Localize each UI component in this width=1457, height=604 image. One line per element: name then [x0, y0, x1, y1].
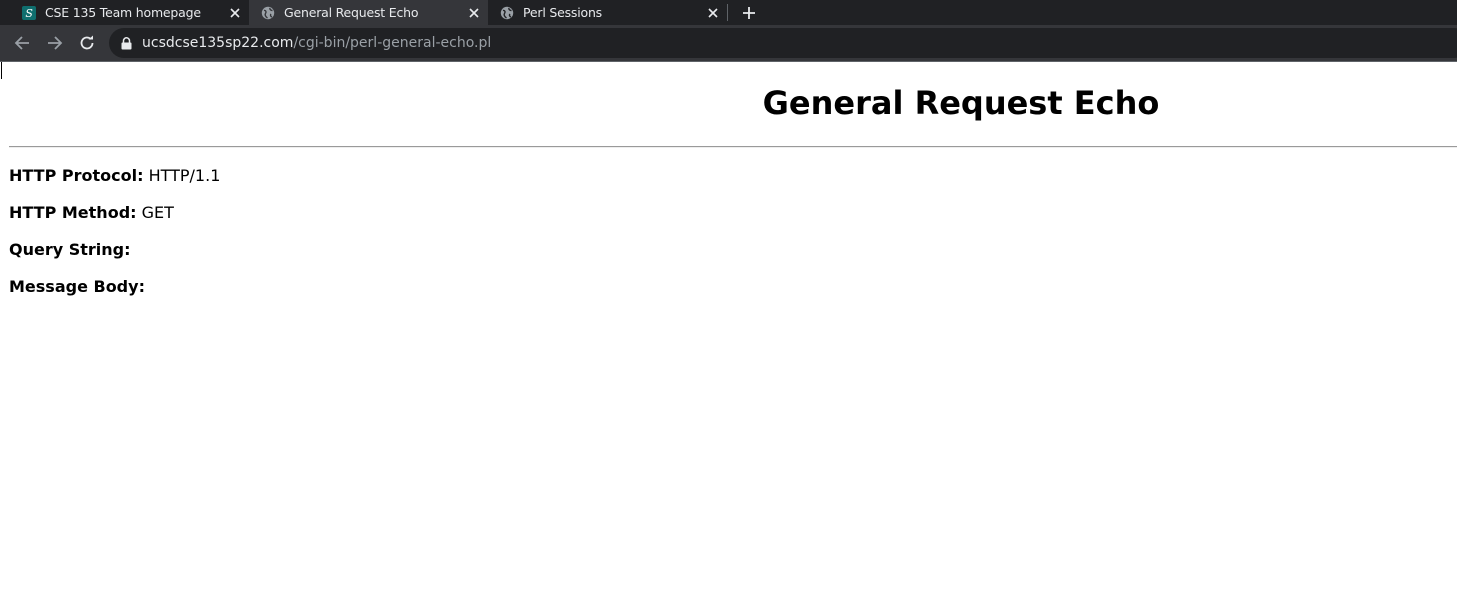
field-message-body: Message Body:	[9, 277, 145, 296]
page-content: General Request Echo HTTP Protocol: HTTP…	[0, 62, 1457, 604]
field-http-protocol: HTTP Protocol: HTTP/1.1	[9, 166, 220, 185]
new-tab-button[interactable]	[737, 0, 761, 25]
back-button[interactable]	[10, 31, 34, 55]
close-tab-icon[interactable]	[227, 5, 243, 21]
url-path: /cgi-bin/perl-general-echo.pl	[293, 35, 492, 51]
globe-icon	[261, 6, 275, 20]
field-value: HTTP/1.1	[148, 166, 221, 185]
arrow-right-icon	[48, 36, 63, 50]
field-label: Message Body:	[9, 277, 145, 296]
plus-icon	[743, 6, 755, 19]
field-label: HTTP Protocol:	[9, 166, 144, 185]
reload-icon	[80, 35, 94, 50]
address-bar[interactable]: ucsdcse135sp22.com/cgi-bin/perl-general-…	[109, 28, 1457, 58]
reload-button[interactable]	[75, 31, 99, 55]
close-tab-icon[interactable]	[466, 5, 482, 21]
tab-separator	[727, 4, 728, 21]
tab-perl-sessions[interactable]: Perl Sessions	[488, 0, 727, 25]
globe-icon	[500, 6, 514, 20]
field-label: Query String:	[9, 240, 131, 259]
tab-title: CSE 135 Team homepage	[45, 5, 201, 20]
field-label: HTTP Method:	[9, 203, 137, 222]
lock-icon[interactable]	[120, 36, 132, 50]
horizontal-rule	[9, 146, 1457, 148]
tab-cse135-homepage[interactable]: S CSE 135 Team homepage	[0, 0, 249, 25]
field-query-string: Query String:	[9, 240, 131, 259]
tab-title: Perl Sessions	[523, 5, 602, 20]
s-favicon-icon: S	[22, 5, 36, 20]
field-http-method: HTTP Method: GET	[9, 203, 174, 222]
tab-strip: S CSE 135 Team homepage General Request …	[0, 0, 1457, 25]
url-host: ucsdcse135sp22.com	[142, 35, 294, 51]
close-tab-icon[interactable]	[705, 5, 721, 21]
field-value: GET	[141, 203, 174, 222]
tab-general-request-echo[interactable]: General Request Echo	[249, 0, 488, 25]
svg-text:S: S	[25, 7, 33, 20]
tab-title: General Request Echo	[284, 5, 419, 20]
arrow-left-icon	[14, 36, 29, 50]
page-title: General Request Echo	[762, 84, 1160, 122]
forward-button[interactable]	[43, 31, 67, 55]
browser-toolbar: ucsdcse135sp22.com/cgi-bin/perl-general-…	[0, 25, 1457, 61]
text-caret	[1, 62, 2, 79]
